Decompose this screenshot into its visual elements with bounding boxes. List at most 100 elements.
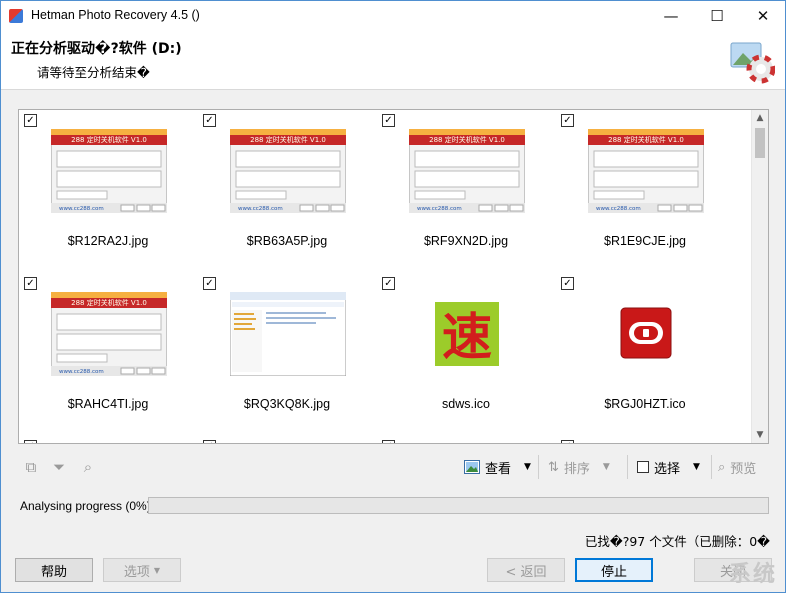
file-checkbox[interactable]: ✓ <box>561 277 574 290</box>
file-checkbox[interactable]: ✓ <box>382 277 395 290</box>
select-checkbox-icon <box>637 461 649 473</box>
stop-button[interactable]: 停止 <box>575 558 653 582</box>
page-title: 正在分析驱动�?软件 (D:) <box>11 41 182 57</box>
scroll-up-icon[interactable]: ▲ <box>752 110 768 126</box>
back-button[interactable]: < 返回 <box>487 558 565 582</box>
file-name: $RGJ0HZT.ico <box>604 397 686 411</box>
toolbar-divider <box>627 455 628 479</box>
minimize-button[interactable]: — <box>648 1 694 31</box>
filter-icon[interactable]: ⏷ <box>50 458 68 476</box>
file-preview-image[interactable]: 288 定时关机软件 V1.0 www.cc288.com <box>408 128 526 214</box>
thumb-footer-text: www.cc288.com <box>59 206 104 212</box>
preview-button[interactable]: ⌕ 预览 <box>718 456 756 478</box>
file-preview-image[interactable]: 288 定时关机软件 V1.0 www.cc288.com <box>50 291 168 377</box>
select-button[interactable]: 选择 ▼ <box>637 456 700 478</box>
preview-icon: ⌕ <box>718 459 726 475</box>
file-checkbox[interactable]: ✓ <box>24 277 37 290</box>
app-icon <box>9 9 23 23</box>
options-label: 选项 <box>123 564 150 580</box>
main-window: Hetman Photo Recovery 4.5 () — ☐ ✕ 正在分析驱… <box>0 0 786 593</box>
file-checkbox[interactable]: ✓ <box>24 440 37 443</box>
bottom-toolbar: ⧉ ⏷ ⌕ 查看 ▼ ⇅ 排序 ▼ 选择 ▼ ⌕ 预览 <box>18 452 769 482</box>
file-preview-image[interactable]: 速 <box>409 292 525 376</box>
file-checkbox[interactable]: ✓ <box>24 114 37 127</box>
scroll-down-icon[interactable]: ▼ <box>752 427 768 443</box>
content-area: ✓ 288 定时关机软件 V1.0 www.cc288.com $R12RA2J.jp… <box>1 89 785 592</box>
file-thumbnail[interactable]: ✓ 速 sdws.ico <box>377 273 555 437</box>
file-name: $RB63A5P.jpg <box>246 234 328 248</box>
file-checkbox[interactable]: ✓ <box>203 114 216 127</box>
toolbar-divider <box>538 455 539 479</box>
thumb-footer-text: www.cc288.com <box>596 206 641 212</box>
lifebuoy-logo-icon <box>730 42 775 84</box>
file-thumbnail-partial[interactable]: ✓ <box>377 436 555 443</box>
file-thumbnail-partial[interactable]: ✓ <box>198 436 376 443</box>
toolbar-divider <box>711 455 712 479</box>
file-thumbnail[interactable]: ✓ $RGJ0HZT.ico <box>556 273 734 437</box>
file-name: $R12RA2J.jpg <box>67 234 149 248</box>
file-preview-image[interactable]: 288 定时关机软件 V1.0 www.cc288.com <box>587 128 705 214</box>
view-dropdown-icon[interactable]: ▼ <box>524 462 531 472</box>
view-button[interactable]: 查看 ▼ <box>464 456 531 478</box>
file-name: $RF9XN2D.jpg <box>423 234 509 248</box>
file-grid[interactable]: ✓ 288 定时关机软件 V1.0 www.cc288.com $R12RA2J.jp… <box>18 109 769 444</box>
thumb-banner-text: 288 定时关机软件 V1.0 <box>250 135 326 144</box>
wizard-header: 正在分析驱动�?软件 (D:) 请等待至分析结束� <box>1 31 785 89</box>
file-name: $RAHC4TI.jpg <box>67 397 149 411</box>
file-preview-image[interactable]: 288 定时关机软件 V1.0 www.cc288.com <box>50 128 168 214</box>
analysis-progress-bar <box>148 497 769 514</box>
file-checkbox[interactable]: ✓ <box>203 277 216 290</box>
file-checkbox[interactable]: ✓ <box>382 440 395 443</box>
sort-dropdown-icon[interactable]: ▼ <box>603 462 610 472</box>
close-window-button[interactable]: ✕ <box>740 1 786 31</box>
sort-icon: ⇅ <box>548 459 559 475</box>
file-thumbnail[interactable]: ✓ 288 定时关机软件 V1.0 www.cc288.com $RAHC4TI.jp… <box>19 273 197 437</box>
found-files-status: 已找�?97 个文件（已删除：0� <box>584 534 770 549</box>
options-button[interactable]: 选项 ▼ <box>103 558 181 582</box>
file-name: sdws.ico <box>442 397 490 411</box>
file-checkbox[interactable]: ✓ <box>561 114 574 127</box>
thumb-footer-text: www.cc288.com <box>59 369 104 375</box>
file-thumbnail-partial[interactable]: ✓ <box>19 436 197 443</box>
thumb-footer-text: www.cc288.com <box>417 206 462 212</box>
maximize-button[interactable]: ☐ <box>694 1 740 31</box>
thumb-banner-text: 288 定时关机软件 V1.0 <box>608 135 684 144</box>
file-preview-image[interactable] <box>229 291 347 377</box>
thumb-banner-text: 288 定时关机软件 V1.0 <box>71 298 147 307</box>
watermark-logo: 系统 <box>728 562 777 587</box>
thumb-banner-text: 288 定时关机软件 V1.0 <box>429 135 505 144</box>
select-dropdown-icon[interactable]: ▼ <box>693 462 700 472</box>
image-view-icon <box>464 460 480 474</box>
file-thumbnail[interactable]: ✓ 288 定时关机软件 V1.0 www.cc288.com $R1E9CJE.jp… <box>556 110 734 274</box>
view-label: 查看 <box>485 461 512 477</box>
speed-icon-char: 速 <box>442 308 492 366</box>
progress-label: Analysing progress (0%) <box>20 499 151 513</box>
vertical-scrollbar[interactable]: ▲ ▼ <box>751 110 768 443</box>
file-name: $RQ3KQ8K.jpg <box>243 397 331 411</box>
preview-label: 预览 <box>730 461 757 477</box>
thumb-footer-text: www.cc288.com <box>238 206 283 212</box>
find-icon[interactable]: ⌕ <box>79 458 97 476</box>
options-dropdown-icon: ▼ <box>153 565 161 575</box>
sort-button[interactable]: ⇅ 排序 ▼ <box>548 456 610 478</box>
window-title: Hetman Photo Recovery 4.5 () <box>31 8 200 22</box>
sort-label: 排序 <box>563 461 590 477</box>
scrollbar-thumb[interactable] <box>755 128 765 158</box>
title-bar: Hetman Photo Recovery 4.5 () — ☐ ✕ <box>1 1 785 31</box>
help-button[interactable]: 帮助 <box>15 558 93 582</box>
file-thumbnail[interactable]: ✓ 288 定时关机软件 V1.0 www.cc288.com $RF9XN2D.jp… <box>377 110 555 274</box>
file-preview-image[interactable]: 288 定时关机软件 V1.0 www.cc288.com <box>229 128 347 214</box>
file-thumbnail[interactable]: ✓ $RQ3KQ8K.jpg <box>198 273 376 437</box>
file-checkbox[interactable]: ✓ <box>382 114 395 127</box>
file-checkbox[interactable]: ✓ <box>203 440 216 443</box>
copy-icon[interactable]: ⧉ <box>22 458 40 476</box>
thumb-banner-text: 288 定时关机软件 V1.0 <box>71 135 147 144</box>
file-checkbox[interactable]: ✓ <box>561 440 574 443</box>
file-thumbnail-partial[interactable]: ✓ <box>556 436 734 443</box>
file-preview-image[interactable] <box>588 292 704 376</box>
file-thumbnail[interactable]: ✓ 288 定时关机软件 V1.0 www.cc288.com $RB63A5P.jp… <box>198 110 376 274</box>
page-subtitle: 请等待至分析结束� <box>37 65 150 80</box>
file-thumbnail[interactable]: ✓ 288 定时关机软件 V1.0 www.cc288.com $R12RA2J.jp… <box>19 110 197 274</box>
select-label: 选择 <box>654 461 681 477</box>
file-name: $R1E9CJE.jpg <box>604 234 686 248</box>
